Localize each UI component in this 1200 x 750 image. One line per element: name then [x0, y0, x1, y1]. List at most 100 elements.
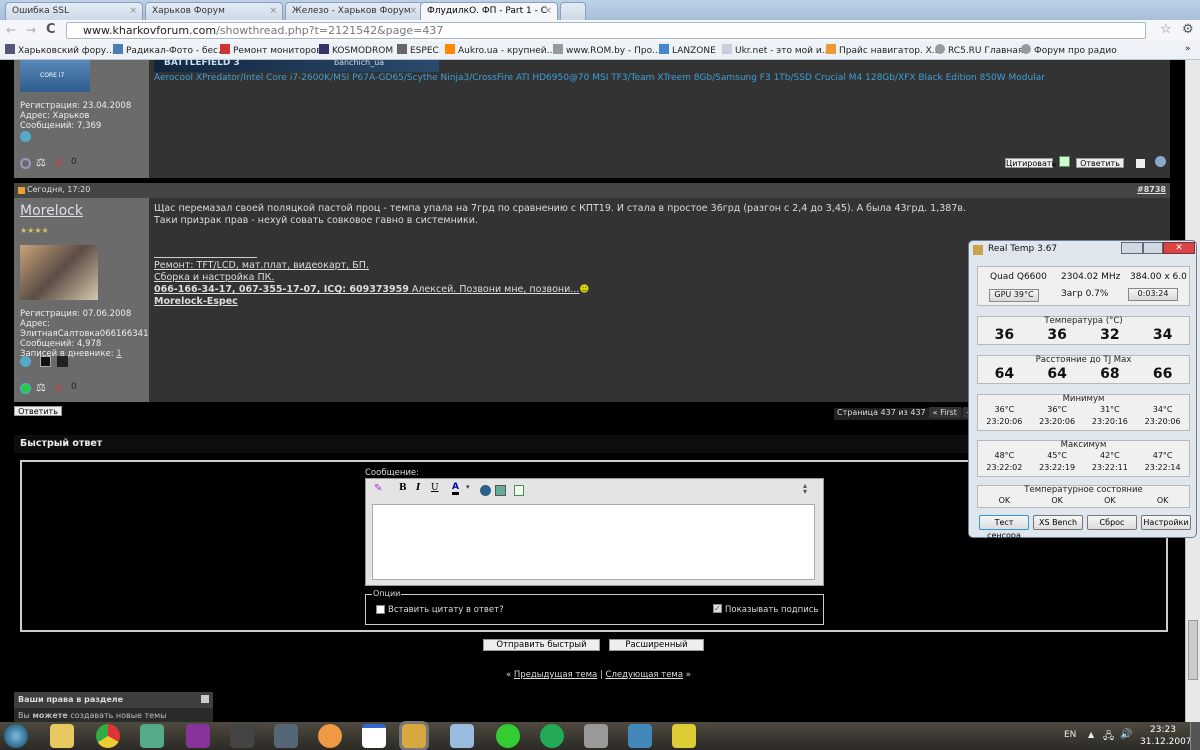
- star-icon[interactable]: ☆: [1160, 22, 1172, 37]
- clock-time[interactable]: 23:23: [1150, 725, 1176, 735]
- bookmark[interactable]: Радикал-Фото - бес...: [113, 44, 227, 56]
- bookmark[interactable]: ESPEC: [397, 44, 439, 56]
- close-icon[interactable]: ×: [409, 6, 417, 16]
- close-icon[interactable]: ×: [544, 6, 552, 16]
- post-number-link[interactable]: #8738: [1137, 185, 1166, 194]
- remove-format-icon[interactable]: ✎: [374, 483, 382, 494]
- collapse-icon[interactable]: [201, 695, 209, 703]
- clock-date[interactable]: 31.12.2007: [1140, 737, 1192, 747]
- bookmark[interactable]: KOSMODROM: [319, 44, 393, 56]
- butterfly-icon[interactable]: [672, 724, 696, 748]
- underline-button[interactable]: U: [431, 483, 439, 493]
- gpu-tool-icon[interactable]: [140, 724, 164, 748]
- settings-button[interactable]: Настройки: [1141, 515, 1191, 530]
- minimize-button[interactable]: [1121, 242, 1143, 254]
- chrome-icon[interactable]: [96, 724, 120, 748]
- more-bookmarks[interactable]: »: [1185, 44, 1191, 54]
- bookmark[interactable]: Прайс навигатор. Х...: [826, 44, 940, 56]
- sig-link-repair[interactable]: Ремонт: TFT/LCD, мат.плат, видеокарт, БП…: [154, 260, 369, 271]
- scrollbar-thumb[interactable]: [1188, 620, 1198, 680]
- quote-icon[interactable]: [514, 485, 524, 496]
- start-button[interactable]: [4, 724, 28, 748]
- sig-contacts[interactable]: 066-166-34-17, 067-355-17-07, ICQ: 60937…: [154, 284, 409, 295]
- app-icon[interactable]: [450, 724, 474, 748]
- back-icon[interactable]: ←: [6, 23, 16, 37]
- timer-button[interactable]: 0:03:24: [1128, 288, 1178, 301]
- dropdown-arrow-icon[interactable]: ▾: [466, 483, 470, 491]
- realtemp-taskbar-icon[interactable]: [399, 721, 429, 750]
- reset-button[interactable]: Сброс: [1087, 515, 1137, 530]
- volume-icon[interactable]: 🔊: [1120, 729, 1132, 740]
- italic-button[interactable]: I: [416, 483, 420, 493]
- sig-link-espec[interactable]: Morelock-Espec: [154, 296, 238, 307]
- font-color-button[interactable]: A: [452, 482, 459, 495]
- next-thread-link[interactable]: Следующая тема: [606, 670, 684, 680]
- max-temp: 47°C: [1152, 451, 1173, 460]
- reputation-icon[interactable]: ⚖: [36, 156, 46, 169]
- close-icon[interactable]: ×: [269, 6, 277, 16]
- url-input[interactable]: www.kharkovforum.com/showthread.php?t=21…: [66, 22, 1146, 39]
- utorrent-icon[interactable]: [540, 724, 564, 748]
- world-of-tanks-icon[interactable]: [230, 724, 254, 748]
- reply-button[interactable]: Ответить: [14, 406, 62, 416]
- maximize-button[interactable]: [1143, 242, 1163, 254]
- multiquote-icon[interactable]: [1059, 156, 1070, 167]
- bookmark[interactable]: Ukr.net - это мой и...: [722, 44, 830, 56]
- tab-kharkov-forum[interactable]: Харьков Форум ×: [145, 2, 283, 20]
- wrench-icon[interactable]: ⚙: [1182, 22, 1194, 37]
- username-link[interactable]: Morelock: [20, 203, 83, 219]
- network-icon[interactable]: 🖧: [1103, 729, 1114, 746]
- bookmark-label: www.ROM.by - Про...: [566, 46, 661, 56]
- app-icon[interactable]: [628, 724, 652, 748]
- bookmark[interactable]: Aukro.ua - крупней...: [445, 44, 555, 56]
- explorer-icon[interactable]: [50, 724, 74, 748]
- tab-hardware[interactable]: Железо - Харьков Форум ×: [285, 2, 423, 20]
- tray-arrow-icon[interactable]: ▲: [1088, 730, 1094, 739]
- bold-button[interactable]: B: [399, 483, 407, 493]
- first-page-link[interactable]: « First: [928, 407, 961, 418]
- new-tab-button[interactable]: [560, 2, 586, 20]
- quote-checkbox[interactable]: [376, 605, 385, 614]
- bookmark[interactable]: LANZONE: [659, 44, 716, 56]
- app-icon[interactable]: [318, 724, 342, 748]
- show-desktop-button[interactable]: [1190, 722, 1200, 750]
- thanks-icon[interactable]: [1135, 158, 1146, 169]
- cpuz-icon[interactable]: [186, 724, 210, 748]
- window-icon[interactable]: [362, 724, 386, 748]
- reload-icon[interactable]: C: [46, 22, 56, 37]
- xs-bench-button[interactable]: XS Bench: [1033, 515, 1083, 530]
- report-icon[interactable]: ⚠: [54, 381, 64, 394]
- game-icon[interactable]: [274, 724, 298, 748]
- image-icon[interactable]: [495, 485, 506, 496]
- forward-icon[interactable]: →: [26, 23, 36, 37]
- send-quick-reply-button[interactable]: Отправить быстрый ответ: [483, 639, 600, 660]
- reply-button[interactable]: Ответить: [1076, 158, 1124, 168]
- bookmark[interactable]: www.ROM.by - Про...: [553, 44, 661, 56]
- close-icon[interactable]: ×: [129, 6, 137, 16]
- prev-thread-link[interactable]: Предыдущая тема: [514, 670, 597, 680]
- sig-text[interactable]: Алексей. Позвони мне, позвони...: [409, 284, 579, 295]
- close-button[interactable]: ✕: [1163, 242, 1195, 254]
- quote-button[interactable]: Цитировать: [1005, 158, 1056, 168]
- bookmark[interactable]: Харьковский фору...: [5, 44, 115, 56]
- user-icon[interactable]: [1155, 156, 1166, 167]
- link-icon[interactable]: [480, 485, 491, 496]
- message-textarea[interactable]: [372, 504, 815, 580]
- bookmark[interactable]: RC5.RU Главная: [935, 44, 1023, 56]
- bookmark[interactable]: Форум про радио: [1021, 44, 1117, 56]
- diary-link[interactable]: 1: [116, 349, 121, 359]
- advanced-mode-button[interactable]: Расширенный режим: [609, 639, 704, 660]
- tab-flood-active[interactable]: ФлудилкО. ФП - Part 1 - С ×: [420, 2, 558, 20]
- tab-ssl-error[interactable]: Ошибка SSL ×: [5, 2, 143, 20]
- app-icon[interactable]: [584, 724, 608, 748]
- report-icon[interactable]: ⚠: [54, 156, 64, 169]
- resize-arrows-icon[interactable]: ▴ ▾: [803, 482, 807, 496]
- gpu-temp-button[interactable]: GPU 39°C: [989, 289, 1039, 302]
- reputation-icon[interactable]: ⚖: [36, 381, 46, 394]
- sensor-test-button[interactable]: Тест сенсора: [979, 515, 1029, 540]
- signature-checkbox[interactable]: ✓: [713, 604, 722, 613]
- icq-icon[interactable]: [496, 724, 520, 748]
- language-indicator[interactable]: EN: [1064, 730, 1076, 740]
- sig-link-assembly[interactable]: Сборка и настройка ПК.: [154, 272, 274, 283]
- bookmark[interactable]: Ремонт мониторов: [220, 44, 322, 56]
